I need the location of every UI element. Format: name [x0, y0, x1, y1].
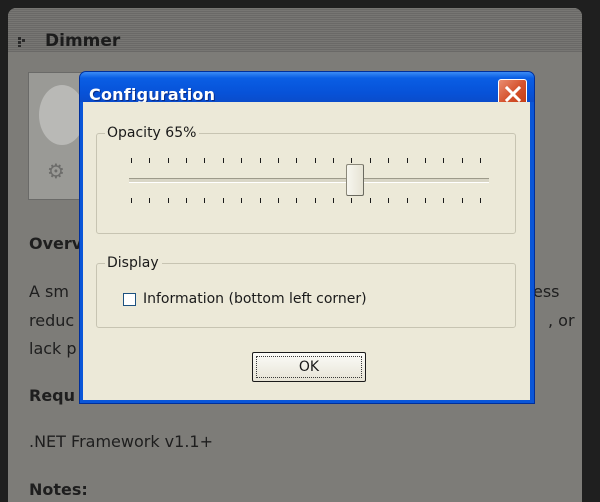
slider-tick: [407, 158, 408, 163]
slider-tick: [168, 198, 169, 203]
bullet-icon: [18, 37, 25, 47]
slider-tick: [296, 158, 297, 163]
ok-button-label: OK: [298, 359, 320, 375]
slider-tick: [260, 198, 261, 203]
requirement-item: .NET Framework v1.1+: [29, 432, 213, 451]
page-title: Dimmer: [45, 31, 121, 51]
opacity-slider[interactable]: [127, 156, 492, 211]
slider-tick: [278, 198, 279, 203]
slider-tick: [425, 158, 426, 163]
overview-text-fragment: , or: [548, 311, 575, 330]
slider-tick: [388, 198, 389, 203]
overview-text-line: A sm: [29, 282, 69, 301]
slider-tick: [149, 158, 150, 163]
slider-tick: [333, 158, 334, 163]
information-checkbox[interactable]: Information (bottom left corner): [123, 290, 367, 308]
slider-tick: [388, 158, 389, 163]
slider-track: [129, 178, 489, 183]
slider-tick: [241, 198, 242, 203]
ok-button[interactable]: OK: [252, 352, 366, 382]
slider-tick: [131, 158, 132, 163]
slider-tick: [315, 198, 316, 203]
overview-text-fragment: ess: [533, 282, 560, 301]
notes-heading: Notes:: [29, 480, 88, 499]
slider-tick: [370, 198, 371, 203]
slider-tick: [462, 198, 463, 203]
slider-tick: [480, 158, 481, 163]
overview-text-line: reduc: [29, 311, 75, 330]
slider-tick: [186, 198, 187, 203]
slider-tick: [351, 158, 352, 163]
slider-tick: [425, 198, 426, 203]
slider-tick: [296, 198, 297, 203]
page-header: Dimmer: [8, 8, 582, 52]
overview-heading: Overv: [29, 234, 83, 253]
slider-tick: [333, 198, 334, 203]
information-checkbox-label: Information (bottom left corner): [143, 291, 367, 307]
slider-tick: [131, 198, 132, 203]
slider-tick: [462, 158, 463, 163]
slider-tick: [149, 198, 150, 203]
slider-tick: [204, 198, 205, 203]
slider-tick: [278, 158, 279, 163]
slider-tick: [443, 158, 444, 163]
gear-icon: ⚙: [47, 159, 65, 183]
dialog-content: Opacity 65% Display Information (bottom …: [82, 72, 529, 402]
display-label: Display: [105, 255, 162, 271]
slider-tick: [223, 158, 224, 163]
opacity-label: Opacity 65%: [105, 125, 200, 141]
overview-text-line: lack p: [29, 339, 77, 358]
slider-tick: [443, 198, 444, 203]
requirements-heading: Requ: [29, 386, 76, 405]
slider-tick: [186, 158, 187, 163]
checkbox-box[interactable]: [123, 292, 136, 306]
slider-tick: [260, 158, 261, 163]
slider-tick: [351, 198, 352, 203]
slider-tick: [315, 158, 316, 163]
slider-thumb[interactable]: [346, 164, 364, 196]
slider-tick: [370, 158, 371, 163]
slider-tick: [407, 198, 408, 203]
slider-tick: [241, 158, 242, 163]
slider-tick: [223, 198, 224, 203]
slider-tick: [168, 158, 169, 163]
slider-tick: [480, 198, 481, 203]
slider-tick: [204, 158, 205, 163]
